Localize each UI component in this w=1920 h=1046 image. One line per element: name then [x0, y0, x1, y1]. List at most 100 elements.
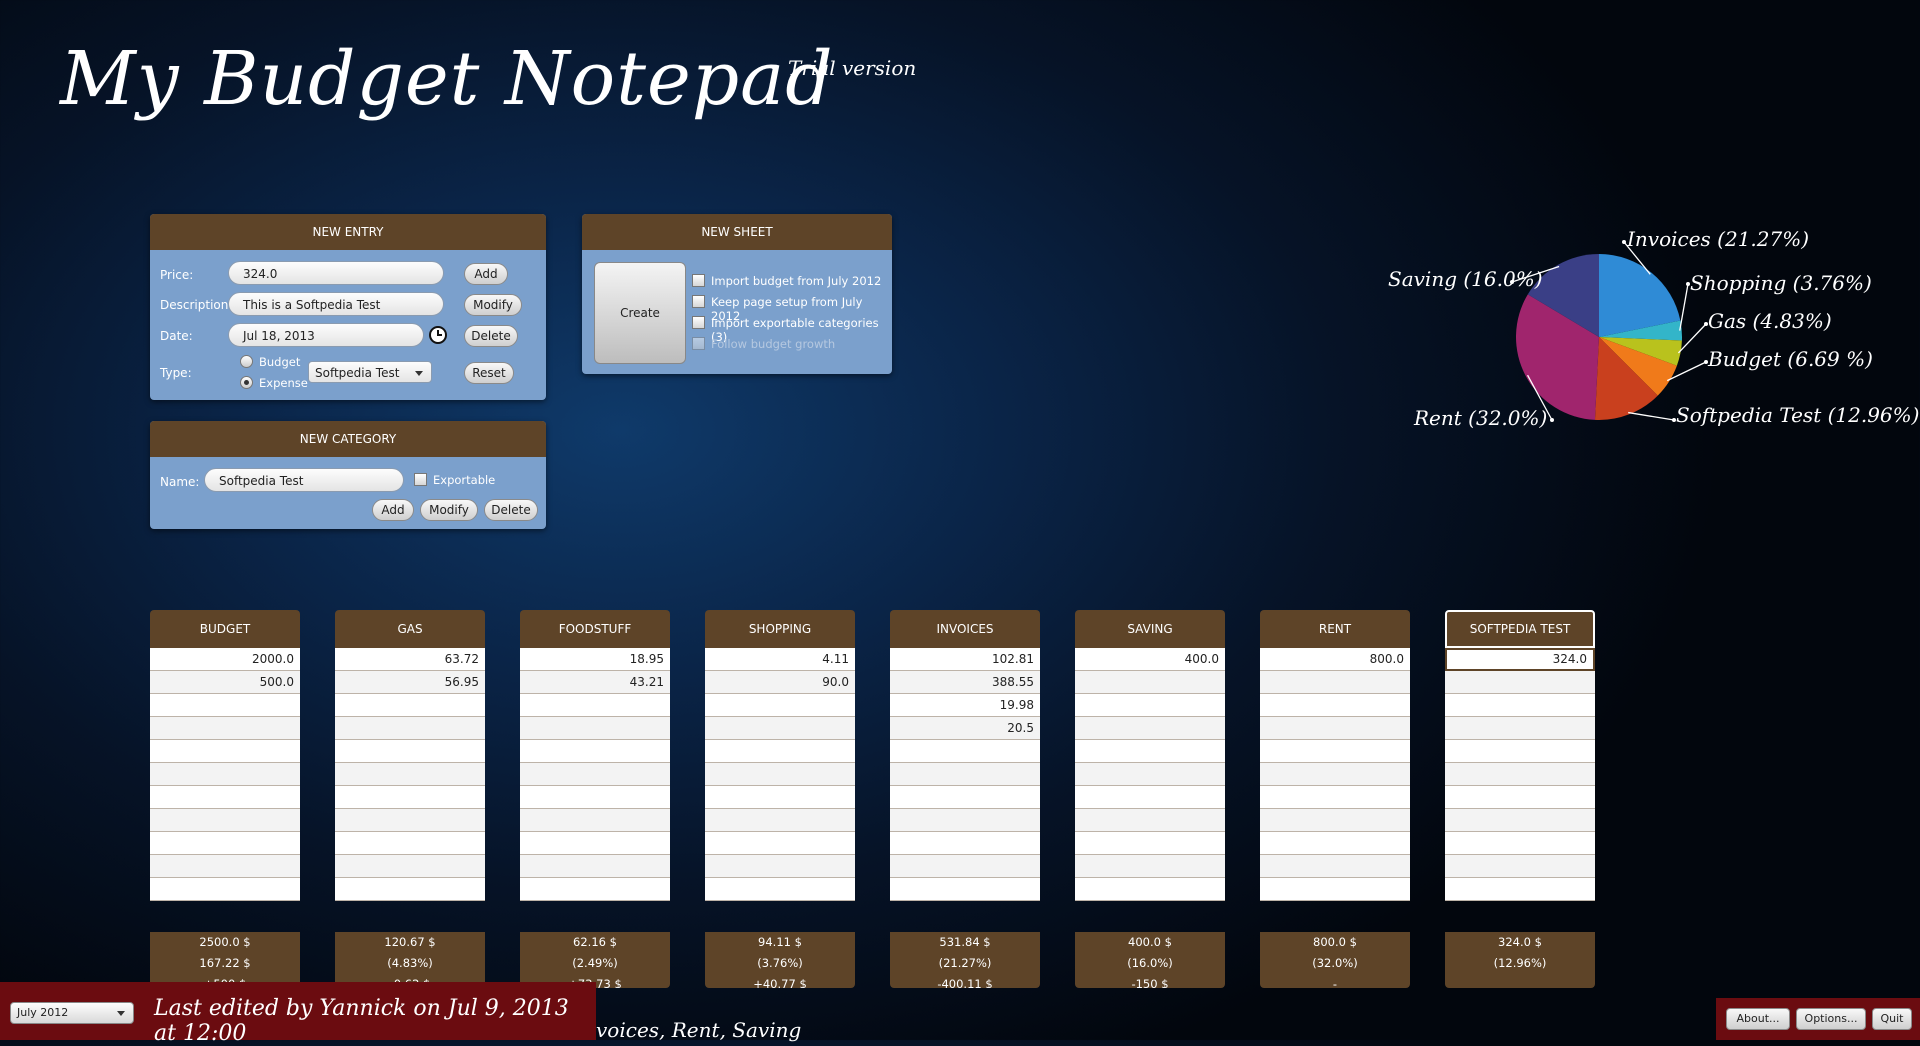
- entry-cell[interactable]: [1445, 855, 1595, 878]
- entry-cell[interactable]: [1445, 809, 1595, 832]
- entry-cell[interactable]: [1260, 694, 1410, 717]
- entry-cell[interactable]: 4.11: [705, 648, 855, 671]
- entry-cell[interactable]: [520, 694, 670, 717]
- entry-cell[interactable]: [335, 740, 485, 763]
- column-header[interactable]: SAVING: [1075, 610, 1225, 648]
- entry-cell[interactable]: [520, 855, 670, 878]
- keep-setup-checkbox[interactable]: [692, 295, 705, 308]
- entry-cell[interactable]: [1260, 832, 1410, 855]
- entry-cell[interactable]: [520, 786, 670, 809]
- entry-cell[interactable]: [1075, 878, 1225, 901]
- entry-cell[interactable]: [1445, 878, 1595, 901]
- entry-cell[interactable]: 56.95: [335, 671, 485, 694]
- entry-cell[interactable]: [1445, 763, 1595, 786]
- entry-cell[interactable]: [890, 763, 1040, 786]
- entry-cell[interactable]: [335, 832, 485, 855]
- column-header[interactable]: INVOICES: [890, 610, 1040, 648]
- entry-cell[interactable]: [1260, 671, 1410, 694]
- entry-cell[interactable]: [705, 832, 855, 855]
- entry-cell[interactable]: [705, 763, 855, 786]
- expense-radio[interactable]: [240, 376, 253, 389]
- price-input[interactable]: 324.0: [228, 261, 444, 285]
- delete-category-button[interactable]: Delete: [484, 499, 538, 521]
- entry-cell[interactable]: [1075, 809, 1225, 832]
- entry-cell[interactable]: [1260, 878, 1410, 901]
- entry-cell[interactable]: [335, 717, 485, 740]
- entry-cell[interactable]: [335, 763, 485, 786]
- entry-cell[interactable]: [1260, 717, 1410, 740]
- entry-cell[interactable]: [150, 809, 300, 832]
- entry-cell[interactable]: 324.0: [1445, 648, 1595, 671]
- column-header[interactable]: GAS: [335, 610, 485, 648]
- clock-icon[interactable]: [428, 325, 448, 345]
- quit-button[interactable]: Quit: [1872, 1008, 1912, 1030]
- entry-cell[interactable]: [335, 855, 485, 878]
- entry-cell[interactable]: [890, 832, 1040, 855]
- entry-cell[interactable]: 400.0: [1075, 648, 1225, 671]
- entry-cell[interactable]: [1445, 740, 1595, 763]
- import-categories-checkbox[interactable]: [692, 316, 705, 329]
- entry-cell[interactable]: [520, 717, 670, 740]
- create-sheet-button[interactable]: Create: [594, 262, 686, 364]
- entry-cell[interactable]: 18.95: [520, 648, 670, 671]
- entry-cell[interactable]: [520, 878, 670, 901]
- entry-cell[interactable]: [1445, 694, 1595, 717]
- about-button[interactable]: About...: [1726, 1008, 1790, 1030]
- entry-cell[interactable]: [705, 809, 855, 832]
- entry-cell[interactable]: [705, 878, 855, 901]
- delete-entry-button[interactable]: Delete: [464, 325, 518, 347]
- exportable-checkbox[interactable]: [414, 473, 427, 486]
- entry-cell[interactable]: [520, 832, 670, 855]
- entry-cell[interactable]: [705, 786, 855, 809]
- entry-cell[interactable]: 19.98: [890, 694, 1040, 717]
- entry-cell[interactable]: [150, 878, 300, 901]
- entry-cell[interactable]: [150, 832, 300, 855]
- entry-cell[interactable]: [1260, 855, 1410, 878]
- options-button[interactable]: Options...: [1796, 1008, 1866, 1030]
- entry-cell[interactable]: 500.0: [150, 671, 300, 694]
- entry-cell[interactable]: [890, 855, 1040, 878]
- modify-category-button[interactable]: Modify: [420, 499, 478, 521]
- import-budget-checkbox[interactable]: [692, 274, 705, 287]
- entry-cell[interactable]: [705, 740, 855, 763]
- entry-cell[interactable]: [1075, 786, 1225, 809]
- entry-cell[interactable]: [890, 786, 1040, 809]
- entry-cell[interactable]: [705, 855, 855, 878]
- reset-entry-button[interactable]: Reset: [464, 362, 514, 384]
- add-entry-button[interactable]: Add: [464, 263, 508, 285]
- column-header[interactable]: SHOPPING: [705, 610, 855, 648]
- column-header[interactable]: SOFTPEDIA TEST: [1445, 610, 1595, 648]
- entry-cell[interactable]: [1260, 786, 1410, 809]
- entry-cell[interactable]: [150, 763, 300, 786]
- entry-cell[interactable]: [1075, 763, 1225, 786]
- entry-cell[interactable]: [1445, 717, 1595, 740]
- month-select[interactable]: July 2012: [10, 1002, 134, 1024]
- modify-entry-button[interactable]: Modify: [464, 294, 522, 316]
- entry-cell[interactable]: [1445, 671, 1595, 694]
- category-select[interactable]: Softpedia Test: [308, 361, 432, 383]
- entry-cell[interactable]: 102.81: [890, 648, 1040, 671]
- entry-cell[interactable]: [1075, 855, 1225, 878]
- add-category-button[interactable]: Add: [372, 499, 414, 521]
- entry-cell[interactable]: [335, 786, 485, 809]
- budget-radio[interactable]: [240, 355, 253, 368]
- entry-cell[interactable]: [890, 809, 1040, 832]
- entry-cell[interactable]: [1445, 832, 1595, 855]
- column-header[interactable]: FOODSTUFF: [520, 610, 670, 648]
- entry-cell[interactable]: [150, 786, 300, 809]
- entry-cell[interactable]: 800.0: [1260, 648, 1410, 671]
- entry-cell[interactable]: [1075, 740, 1225, 763]
- entry-cell[interactable]: [335, 809, 485, 832]
- entry-cell[interactable]: [890, 740, 1040, 763]
- entry-cell[interactable]: [1075, 671, 1225, 694]
- entry-cell[interactable]: [1075, 832, 1225, 855]
- column-header[interactable]: RENT: [1260, 610, 1410, 648]
- entry-cell[interactable]: [335, 694, 485, 717]
- entry-cell[interactable]: 20.5: [890, 717, 1040, 740]
- entry-cell[interactable]: [1075, 717, 1225, 740]
- entry-cell[interactable]: 2000.0: [150, 648, 300, 671]
- entry-cell[interactable]: [520, 763, 670, 786]
- category-name-input[interactable]: Softpedia Test: [204, 468, 404, 492]
- column-header[interactable]: BUDGET: [150, 610, 300, 648]
- entry-cell[interactable]: [705, 717, 855, 740]
